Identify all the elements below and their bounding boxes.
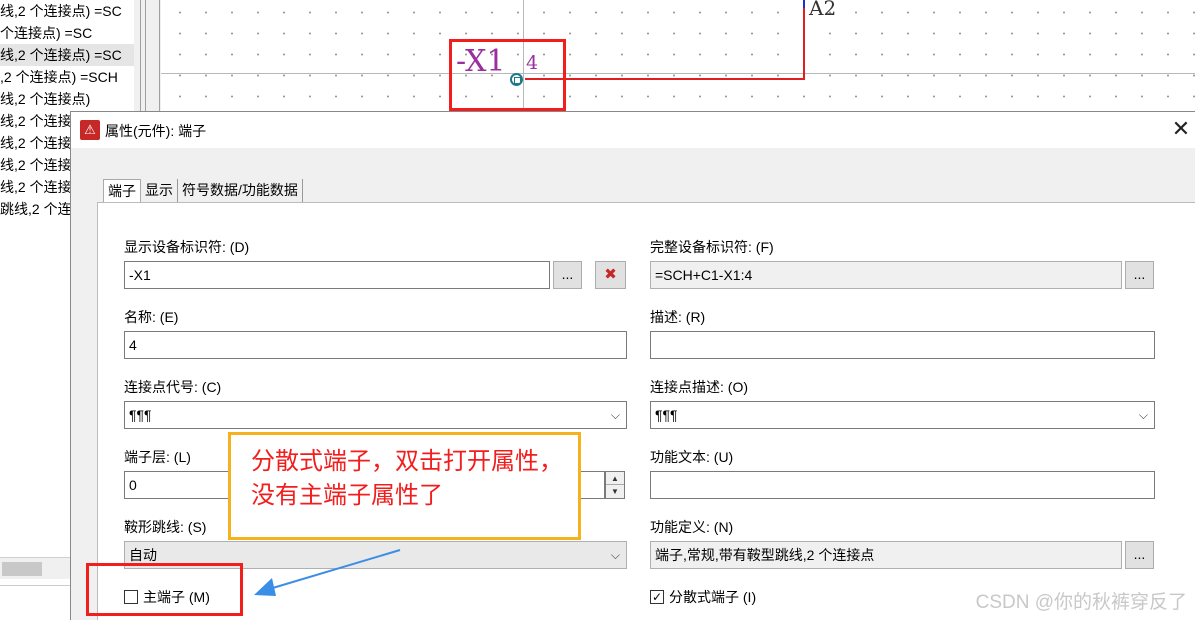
function-definition-browse-button[interactable]: ... — [1125, 541, 1154, 569]
display-tag-label: 显示设备标识符: (D) — [124, 239, 250, 255]
wire-vertical-top — [803, 0, 805, 8]
scrollbar-thumb[interactable] — [2, 562, 42, 576]
name-label: 名称: (E) — [124, 309, 179, 325]
crosshair-horizontal — [161, 73, 1195, 74]
saddle-jumper-value: 自动 — [129, 547, 157, 563]
connection-desc-select[interactable]: ¶¶¶ ⌵ — [650, 401, 1155, 429]
tab-display[interactable]: 显示 — [141, 179, 178, 203]
terminal-layer-spinner[interactable]: ▲ ▼ — [605, 471, 625, 499]
terminal-layer-label: 端子层: (L) — [124, 449, 191, 465]
dialog-title: 属性(元件): 端子 — [105, 123, 207, 139]
chevron-down-icon[interactable]: ⌵ — [611, 402, 620, 428]
highlight-box-main-terminal — [86, 563, 243, 616]
watermark: CSDN @你的秋裤穿反了 — [975, 592, 1187, 613]
tab-panel: 显示设备标识符: (D) -X1 ... ✖ 完整设备标识符: (F) =SCH… — [97, 202, 1195, 620]
saddle-jumper-label: 鞍形跳线: (S) — [124, 519, 207, 535]
annotation-note: 分散式端子，双击打开属性， 没有主端子属性了 — [228, 432, 581, 540]
display-tag-input[interactable]: -X1 — [124, 261, 550, 289]
highlight-box-terminal — [449, 39, 566, 111]
full-tag-label: 完整设备标识符: (F) — [650, 239, 774, 255]
tree-item[interactable]: 线,2 个连接点) =SC — [0, 0, 134, 22]
tab-symbol-function-data[interactable]: 符号数据/功能数据 — [178, 179, 303, 203]
spin-up-icon[interactable]: ▲ — [606, 472, 624, 485]
description-input[interactable] — [650, 331, 1155, 359]
checkmark-icon[interactable]: ✓ — [650, 590, 664, 604]
description-label: 描述: (R) — [650, 309, 706, 325]
close-icon[interactable]: ✕ — [1167, 116, 1195, 144]
annotation-line-1: 分散式端子，双击打开属性， — [251, 448, 563, 475]
chevron-down-icon[interactable]: ⌵ — [611, 542, 620, 568]
delete-icon[interactable]: ✖ — [595, 261, 626, 289]
connection-code-label: 连接点代号: (C) — [124, 379, 222, 395]
name-input[interactable]: 4 — [124, 331, 627, 359]
connection-code-select[interactable]: ¶¶¶ ⌵ — [124, 401, 627, 429]
connection-label: A2 — [809, 0, 837, 20]
connection-code-value: ¶¶¶ — [129, 407, 152, 423]
display-tag-browse-button[interactable]: ... — [553, 261, 582, 289]
tree-item[interactable]: 线,2 个连接点) — [0, 88, 134, 110]
function-definition-input[interactable]: 端子,常规,带有鞍型跳线,2 个连接点 — [650, 541, 1122, 569]
tree-item[interactable]: ,2 个连接点) =SCH — [0, 66, 134, 88]
connection-desc-label: 连接点描述: (O) — [650, 379, 748, 395]
distributed-terminal-label: 分散式端子 (I) — [669, 589, 757, 605]
full-tag-input[interactable]: =SCH+C1-X1:4 — [650, 261, 1122, 289]
wire-horizontal — [525, 78, 805, 80]
chevron-down-icon[interactable]: ⌵ — [1139, 402, 1148, 428]
function-text-label: 功能文本: (U) — [650, 449, 734, 465]
tab-bar: 端子 显示 符号数据/功能数据 — [103, 179, 303, 203]
tree-item[interactable]: 个连接点) =SC — [0, 22, 134, 44]
function-definition-label: 功能定义: (N) — [650, 519, 734, 535]
function-text-input[interactable] — [650, 471, 1155, 499]
properties-dialog: ⚠ 属性(元件): 端子 ✕ 端子 显示 符号数据/功能数据 显示设备标识符: … — [70, 111, 1195, 620]
distributed-terminal-checkbox[interactable]: ✓ 分散式端子 (I) — [650, 587, 756, 607]
annotation-line-2: 没有主端子属性了 — [251, 482, 443, 509]
app-icon: ⚠ — [80, 120, 100, 140]
spin-down-icon[interactable]: ▼ — [606, 485, 624, 498]
connection-desc-value: ¶¶¶ — [655, 407, 678, 423]
full-tag-browse-button[interactable]: ... — [1125, 261, 1154, 289]
tab-terminal[interactable]: 端子 — [103, 179, 141, 203]
schematic-canvas[interactable]: -X1 4 A2 — [161, 0, 1195, 112]
wire-vertical — [803, 0, 805, 80]
tree-item[interactable]: 线,2 个连接点) =SC — [0, 44, 134, 66]
dialog-titlebar[interactable]: ⚠ 属性(元件): 端子 ✕ — [71, 112, 1195, 148]
